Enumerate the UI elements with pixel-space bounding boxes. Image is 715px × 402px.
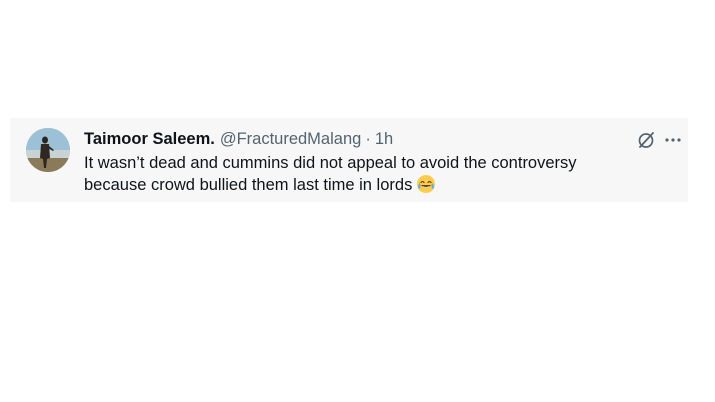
author-handle[interactable]: @FracturedMalang	[220, 130, 361, 149]
more-horizontal-icon[interactable]	[664, 130, 682, 150]
grok-slash-icon[interactable]	[636, 130, 656, 150]
separator-dot: ·	[365, 129, 371, 148]
avatar-photo	[26, 128, 70, 172]
author-name[interactable]: Taimoor Saleem.	[84, 130, 215, 149]
tweet-card[interactable]: Taimoor Saleem. @FracturedMalang · 1h It…	[10, 118, 688, 202]
tweet-timestamp[interactable]: 1h	[375, 130, 393, 149]
tweet-text-line-2: because crowd bullied them last time in …	[84, 176, 413, 194]
tweet-text-line-1: It wasn’t dead and cummins did not appea…	[84, 154, 577, 172]
tweet-header: Taimoor Saleem. @FracturedMalang · 1h	[84, 128, 393, 150]
avatar[interactable]	[26, 128, 70, 172]
tweet-text: It wasn’t dead and cummins did not appea…	[84, 152, 644, 200]
face-with-tears-of-joy-icon	[416, 174, 436, 200]
